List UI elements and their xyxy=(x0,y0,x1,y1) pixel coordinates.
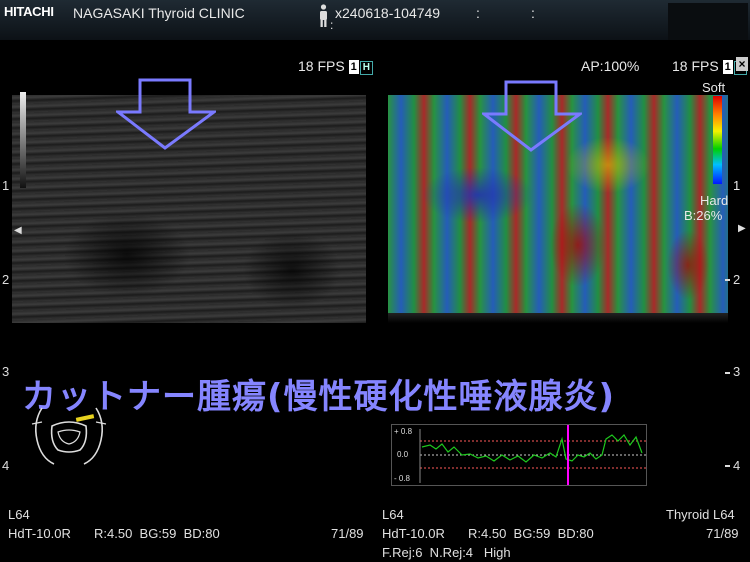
strain-tick-plus: + 0.8 xyxy=(394,427,413,436)
right-focus-number: 1 xyxy=(722,60,733,74)
down-arrow-icon xyxy=(482,80,582,152)
right-depth-3: 3 xyxy=(733,364,741,379)
elastography-lower-region xyxy=(388,313,728,323)
left-depth-4: 4 xyxy=(2,458,10,473)
patient-icon xyxy=(320,4,327,27)
patient-id: x240618-104749 xyxy=(335,5,441,21)
scale-soft-label: Soft xyxy=(702,80,726,95)
elasticity-color-bar xyxy=(713,96,722,184)
scale-ratio: B:26% xyxy=(684,208,723,223)
left-focus-mark: H xyxy=(359,61,373,75)
left-mode: HdT-10.0R xyxy=(8,526,71,541)
right-frame-counter: 71/89 xyxy=(706,526,739,541)
down-arrow-icon xyxy=(116,78,216,150)
left-focus-triangle-icon: ◀ xyxy=(14,225,22,236)
depth-tick xyxy=(725,279,730,281)
left-depth-2: 2 xyxy=(2,272,10,287)
right-depth-1: 1 xyxy=(733,178,741,193)
right-depth-2: 2 xyxy=(733,272,741,287)
manufacturer-logo: HITACHI xyxy=(4,4,54,19)
right-fps: 18 FPS xyxy=(672,58,719,74)
diagnosis-title: カットナー腫瘍(慢性硬化性唾液腺炎) xyxy=(22,377,616,417)
patient-separator: : xyxy=(330,18,334,32)
strain-graph xyxy=(391,424,647,486)
left-depth-1: 1 xyxy=(2,178,10,193)
right-depth-4: 4 xyxy=(733,458,741,473)
depth-tick xyxy=(725,465,730,467)
scale-hard-label: Hard xyxy=(700,193,729,208)
right-probe: L64 xyxy=(382,507,404,522)
thyroid-bodymark-icon xyxy=(31,407,107,465)
left-focus-number: 1 xyxy=(348,60,359,74)
header-corner-panel xyxy=(668,3,748,40)
acoustic-power: AP:100% xyxy=(581,58,640,74)
left-depth-3: 3 xyxy=(2,364,10,379)
header-separator: : xyxy=(531,5,535,21)
right-params: R:4.50 BG:59 BD:80 xyxy=(468,526,594,541)
strain-tick-minus: - 0.8 xyxy=(394,474,411,483)
left-probe: L64 xyxy=(8,507,30,522)
close-icon[interactable]: × xyxy=(736,57,748,71)
grayscale-bar xyxy=(20,92,26,188)
right-mode: HdT-10.0R xyxy=(382,526,445,541)
left-params: R:4.50 BG:59 BD:80 xyxy=(94,526,220,541)
rejection-settings: F.Rej:6 N.Rej:4 High xyxy=(382,545,511,560)
depth-tick xyxy=(725,372,730,374)
exam-preset: Thyroid L64 xyxy=(666,507,735,522)
left-fps-indicator: 18 FPS 1H xyxy=(298,58,373,75)
right-focus-triangle-icon: ▶ xyxy=(738,223,746,234)
left-fps: 18 FPS xyxy=(298,58,345,74)
clinic-name: NAGASAKI Thyroid CLINIC xyxy=(73,5,245,21)
strain-tick-zero: 0.0 xyxy=(397,450,409,459)
strain-graph-plot xyxy=(419,425,646,485)
left-frame-counter: 71/89 xyxy=(331,526,364,541)
header-separator: : xyxy=(476,5,480,21)
